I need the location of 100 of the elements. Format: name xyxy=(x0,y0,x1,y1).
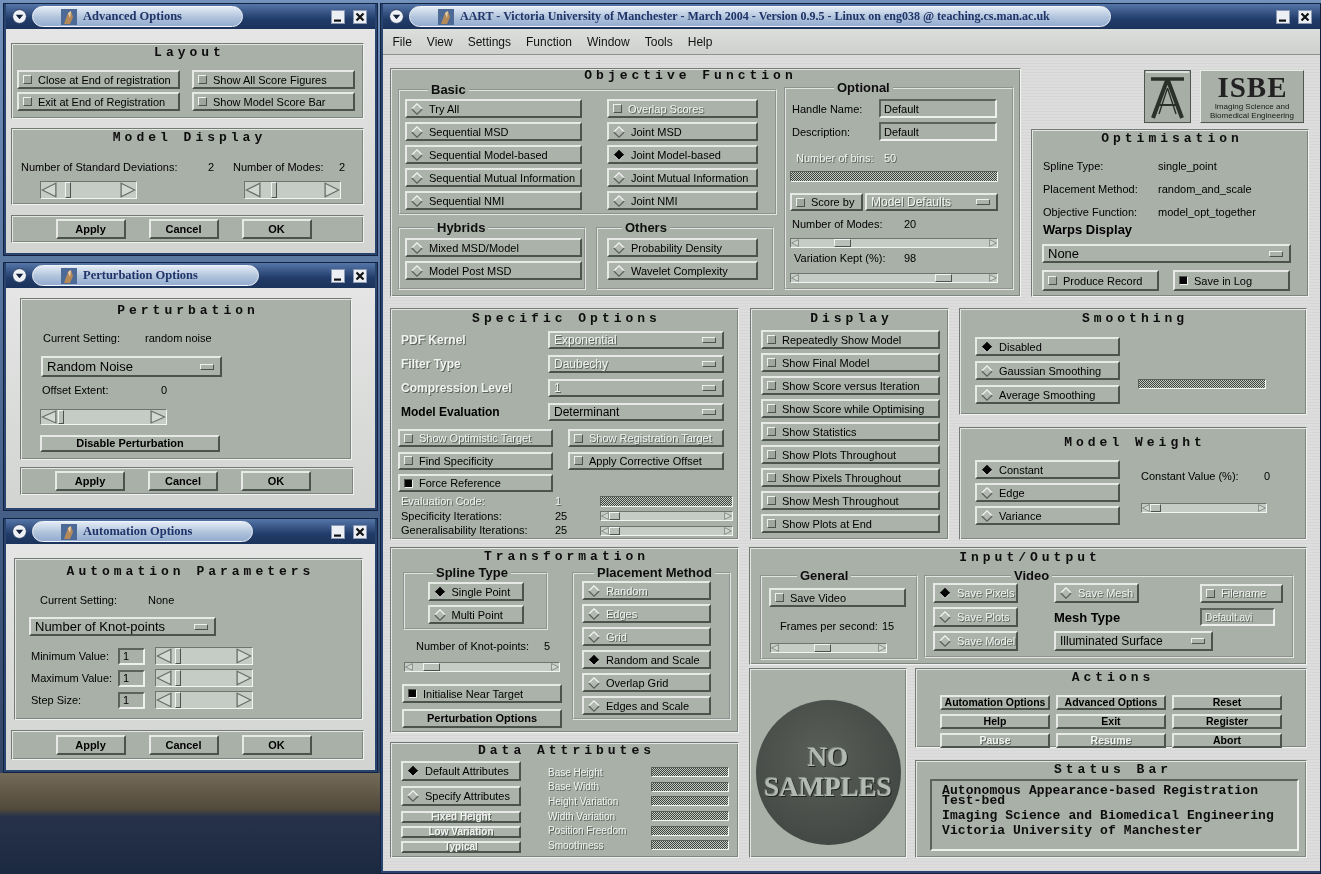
radio-option[interactable]: Edge xyxy=(975,483,1120,502)
dialog-button[interactable]: Cancel xyxy=(148,219,219,239)
right-arrow-icon[interactable] xyxy=(236,648,252,664)
radio-option[interactable]: Disabled xyxy=(975,337,1120,356)
window-menu-icon[interactable] xyxy=(12,9,27,24)
slider-thumb[interactable] xyxy=(834,239,851,247)
disable-perturbation-button[interactable]: Disable Perturbation xyxy=(40,435,220,452)
action-button[interactable]: Reset xyxy=(1172,695,1282,710)
slider-track[interactable] xyxy=(1141,503,1267,513)
slider-track[interactable] xyxy=(155,691,253,709)
checkbox-option[interactable]: Exit at End of Registration xyxy=(17,92,180,111)
checkbox-option[interactable]: Show All Score Figures xyxy=(192,70,355,89)
radio-option[interactable]: Mixed MSD/Model xyxy=(405,238,582,257)
checkbox-option[interactable]: Show Mesh Throughout xyxy=(761,491,940,510)
checkbox-option[interactable]: Show Statistics xyxy=(761,422,940,441)
checkbox-option[interactable]: Show Pixels Throughout xyxy=(761,468,940,487)
radio-option[interactable]: Joint Mutual Information xyxy=(607,168,758,187)
checkbox-option[interactable]: Save in Log xyxy=(1173,270,1290,291)
action-button[interactable]: Automation Options xyxy=(940,695,1050,710)
text-field[interactable]: 1 xyxy=(118,647,145,665)
radio-option[interactable]: Model Post MSD xyxy=(405,261,582,280)
minimize-icon[interactable] xyxy=(331,268,345,283)
radio-option[interactable]: Single Point xyxy=(427,582,524,601)
left-arrow-icon[interactable] xyxy=(156,648,172,664)
slider-track[interactable] xyxy=(155,669,253,687)
radio-option[interactable]: Try All xyxy=(405,99,582,118)
slider-track[interactable] xyxy=(155,647,253,665)
dropdown[interactable]: Number of Knot-points xyxy=(29,617,216,636)
right-arrow-icon[interactable] xyxy=(120,182,136,198)
close-icon[interactable] xyxy=(353,524,367,539)
dialog-button[interactable]: OK xyxy=(241,471,311,491)
checkbox-option[interactable]: Show Plots at End xyxy=(761,514,940,533)
minimize-icon[interactable] xyxy=(331,9,345,24)
window-menu-icon[interactable] xyxy=(12,268,27,283)
radio-option[interactable]: Variance xyxy=(975,506,1120,525)
menu-item[interactable]: File xyxy=(385,31,420,52)
radio-option[interactable]: Probability Density xyxy=(607,238,758,257)
text-field[interactable]: 1 xyxy=(118,669,145,687)
checkbox-option[interactable]: Apply Corrective Offset xyxy=(568,451,724,470)
slider-track[interactable] xyxy=(404,662,560,672)
slider-thumb[interactable] xyxy=(175,692,182,708)
radio-option[interactable]: Wavelet Complexity xyxy=(607,261,758,280)
checkbox-option[interactable]: Force Reference xyxy=(398,474,553,492)
perturbation-options-button[interactable]: Perturbation Options xyxy=(402,709,562,728)
dropdown[interactable]: Illuminated Surface xyxy=(1054,631,1213,651)
left-arrow-icon[interactable] xyxy=(245,182,261,198)
checkbox-option[interactable]: Score by xyxy=(790,193,863,211)
radio-option[interactable]: Overlap Grid xyxy=(582,673,711,692)
slider-thumb[interactable] xyxy=(814,644,832,652)
left-arrow-icon[interactable] xyxy=(156,692,172,708)
checkbox-option[interactable]: Show Model Score Bar xyxy=(192,92,355,111)
radio-option[interactable]: Gaussian Smoothing xyxy=(975,361,1120,380)
slider-thumb[interactable] xyxy=(934,274,952,282)
radio-option[interactable]: Sequential Model-based xyxy=(405,145,582,164)
menu-item[interactable]: View xyxy=(419,31,461,52)
dialog-button[interactable]: Cancel xyxy=(148,471,218,491)
dialog-button[interactable]: OK xyxy=(241,735,312,755)
checkbox-option[interactable]: Show Plots Throughout xyxy=(761,445,940,464)
dropdown[interactable]: Determinant xyxy=(548,403,724,421)
slider-track[interactable] xyxy=(790,238,998,248)
dialog-button[interactable]: Apply xyxy=(55,735,126,755)
close-icon[interactable] xyxy=(353,9,367,24)
title-tab[interactable]: AART - Victoria University of Manchester - March 2004 - Version 0.9.5 - Linux on eng038 @ teaching.cs.man.ac.uk xyxy=(409,6,1111,27)
title-tab[interactable]: Perturbation Options xyxy=(32,265,259,286)
radio-option[interactable]: Joint NMI xyxy=(607,191,758,210)
dropdown[interactable]: Random Noise xyxy=(41,356,222,377)
menu-item[interactable]: Window xyxy=(579,31,638,52)
slider-track[interactable] xyxy=(40,409,167,425)
radio-option[interactable]: Constant xyxy=(975,460,1120,479)
action-button[interactable]: Exit xyxy=(1056,714,1166,729)
slider-thumb[interactable] xyxy=(1150,504,1162,512)
action-button[interactable]: Help xyxy=(940,714,1050,729)
radio-option[interactable]: Specify Attributes xyxy=(401,786,521,806)
menu-item[interactable]: Function xyxy=(518,31,580,52)
slider-thumb[interactable] xyxy=(270,182,277,198)
checkbox-option[interactable]: Show Score while Optimising xyxy=(761,399,940,418)
slider-track[interactable] xyxy=(790,273,998,283)
slider-track[interactable] xyxy=(600,525,733,536)
radio-option[interactable]: Sequential Mutual Information xyxy=(405,168,582,187)
action-button[interactable]: Abort xyxy=(1172,733,1282,748)
checkbox-option[interactable]: Find Specificity xyxy=(398,451,553,470)
menu-item[interactable]: Settings xyxy=(460,31,519,52)
radio-option[interactable]: Multi Point xyxy=(427,605,524,624)
slider-thumb[interactable] xyxy=(64,182,71,198)
radio-option[interactable]: Sequential MSD xyxy=(405,122,582,141)
slider-thumb[interactable] xyxy=(175,670,182,686)
radio-option[interactable]: Joint MSD xyxy=(607,122,758,141)
window-menu-icon[interactable] xyxy=(389,9,404,24)
menu-item[interactable]: Help xyxy=(680,31,720,52)
checkbox-option[interactable]: Repeatedly Show Model xyxy=(761,330,940,349)
radio-option[interactable]: Joint Model-based xyxy=(607,145,758,164)
slider-track[interactable] xyxy=(770,643,887,653)
radio-option[interactable]: Random and Scale xyxy=(582,650,711,669)
text-field[interactable]: 1 xyxy=(118,691,145,709)
checkbox-option[interactable]: Produce Record xyxy=(1042,270,1159,291)
minimize-icon[interactable] xyxy=(1276,9,1290,24)
slider-thumb[interactable] xyxy=(608,526,620,535)
slider-thumb[interactable] xyxy=(422,663,440,671)
checkbox-option[interactable]: Close at End of registration xyxy=(17,70,180,89)
radio-option[interactable]: Average Smoothing xyxy=(975,385,1120,404)
